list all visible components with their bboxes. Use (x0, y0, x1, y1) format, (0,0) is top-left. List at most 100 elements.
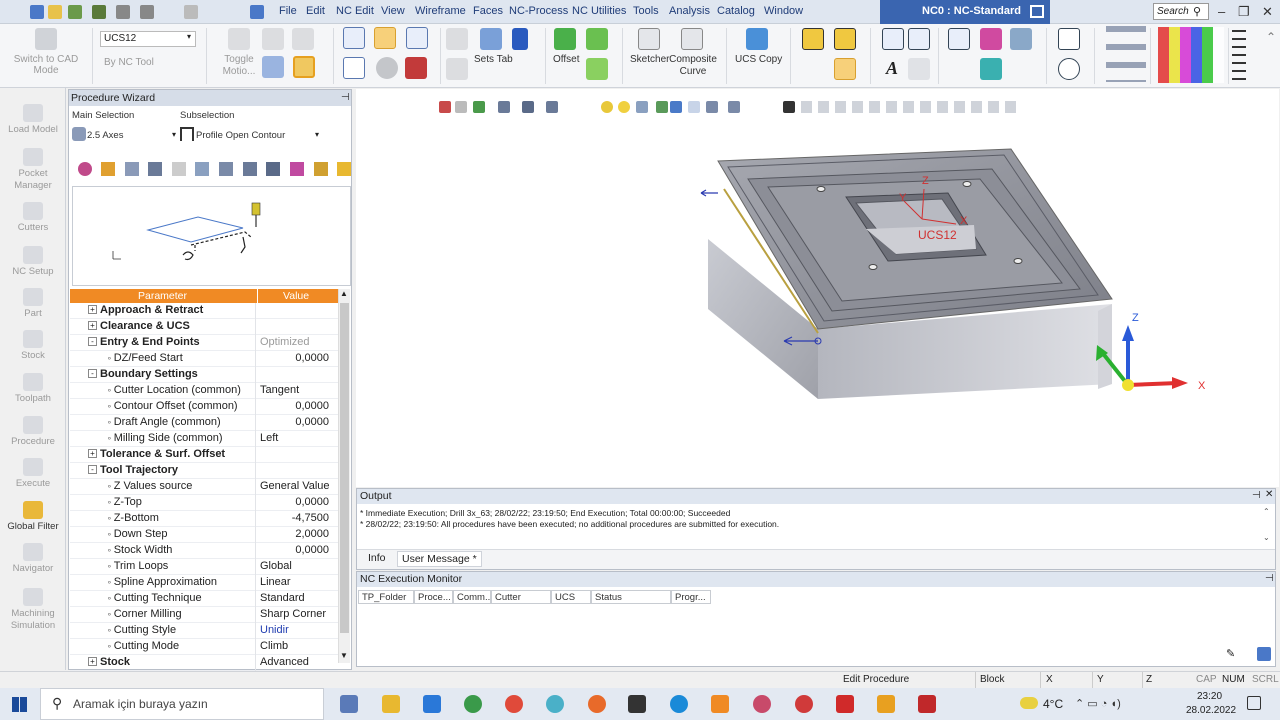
clock-time[interactable]: 23:20 (1197, 691, 1222, 702)
chevron-down-icon[interactable]: ▾ (315, 130, 319, 139)
window-toolbar-icon[interactable] (406, 27, 428, 49)
parameter-value[interactable]: 0,0000 (257, 415, 338, 431)
stock-tool-icon[interactable] (802, 28, 824, 50)
tool-select-icon[interactable] (101, 162, 115, 176)
chevron-down-icon[interactable]: ▾ (172, 130, 176, 139)
collapse-icon[interactable]: - (88, 337, 97, 346)
parameter-row[interactable]: ⚬Trim Loops Global (70, 559, 338, 575)
save-icon[interactable] (30, 5, 44, 19)
notification-icon[interactable] (1247, 696, 1261, 710)
fixture-icon[interactable] (834, 28, 856, 50)
parameter-value[interactable]: Optimized (257, 335, 338, 351)
tray-icons[interactable]: ⌃ ▭ ◔ ◖) (1075, 697, 1121, 710)
close-button[interactable]: ✕ (1262, 4, 1273, 20)
app-icon[interactable] (753, 695, 771, 713)
reset-icon[interactable] (78, 162, 92, 176)
parameter-row[interactable]: ⚬Draft Angle (common) 0,0000 (70, 415, 338, 431)
redo-icon[interactable] (184, 5, 198, 19)
toolpath-button[interactable]: Toolpath (0, 373, 66, 404)
sets-icon[interactable] (512, 28, 528, 50)
close-icon[interactable]: ✕ (1265, 489, 1273, 500)
by-nc-tool-label[interactable]: By NC Tool (104, 57, 154, 68)
parameter-row[interactable]: ⚬Cutting Technique Standard (70, 591, 338, 607)
parameter-value[interactable] (257, 447, 338, 463)
parameter-value[interactable] (257, 463, 338, 479)
parameter-group-row[interactable]: + Tolerance & Surf. Offset (70, 447, 338, 463)
mail-icon[interactable] (423, 695, 441, 713)
parameter-group-row[interactable]: + Stock Advanced (70, 655, 338, 671)
template-icon[interactable] (290, 162, 304, 176)
column-procedure[interactable]: Proce... (414, 590, 453, 604)
windows-start-icon[interactable] (12, 697, 27, 712)
execute-proc-icon[interactable] (337, 162, 351, 176)
parameter-value[interactable] (257, 303, 338, 319)
parameter-value[interactable]: 0,0000 (257, 495, 338, 511)
vlc-icon[interactable] (711, 695, 729, 713)
menu-edit[interactable]: Edit (306, 5, 325, 17)
new-icon[interactable] (68, 5, 82, 19)
switch-cad-label[interactable]: Switch to CAD Mode (10, 54, 82, 76)
grid-icon[interactable] (343, 27, 365, 49)
ucs-select[interactable]: UCS12 (100, 31, 196, 47)
menu-window[interactable]: Window (764, 5, 803, 17)
parameter-value[interactable]: Sharp Corner (257, 607, 338, 623)
parameter-row[interactable]: ⚬Milling Side (common) Left (70, 431, 338, 447)
settings-icon[interactable]: ✎ (1226, 647, 1240, 661)
menu-file[interactable]: File (279, 5, 297, 17)
cimatron-icon[interactable] (877, 695, 895, 713)
parameter-row[interactable]: ⚬Contour Offset (common) 0,0000 (70, 399, 338, 415)
export-icon[interactable] (1257, 647, 1271, 661)
move-icon[interactable] (243, 162, 257, 176)
clip-icon[interactable] (148, 162, 162, 176)
column-cutter[interactable]: Cutter (491, 590, 551, 604)
parameter-row[interactable]: ⚬Z-Top 0,0000 (70, 495, 338, 511)
render-icon[interactable] (980, 58, 1002, 80)
composite-curve-label[interactable]: Composite Curve (668, 54, 718, 78)
scroll-up-icon[interactable]: ⌃ (1263, 507, 1270, 516)
table-scrollbar[interactable]: ▲ ▼ (338, 289, 350, 663)
offset-icon[interactable] (554, 28, 576, 50)
parameter-row[interactable]: ⚬Z-Bottom -4,7500 (70, 511, 338, 527)
sets-tab-icon[interactable] (480, 28, 502, 50)
undo-icon[interactable] (140, 5, 154, 19)
scroll-thumb[interactable] (340, 303, 349, 633)
parameter-value[interactable]: Tangent (257, 383, 338, 399)
parameter-group-row[interactable]: + Clearance & UCS (70, 319, 338, 335)
note-icon[interactable] (908, 58, 930, 80)
parameter-value[interactable]: -4,7500 (257, 511, 338, 527)
execute-button[interactable]: Execute (0, 458, 66, 489)
search-icon[interactable]: ⚲ (1193, 5, 1201, 18)
ribbon-expand-icon[interactable]: ⌃ (1266, 30, 1276, 44)
main-selection-value[interactable]: 2.5 Axes (87, 130, 123, 141)
recorder-icon[interactable] (836, 695, 854, 713)
menu-faces[interactable]: Faces (473, 5, 503, 17)
color-icon[interactable] (980, 28, 1002, 50)
machining-simulation-button[interactable]: Machining Simulation (0, 588, 66, 632)
dimension2-icon[interactable] (908, 28, 930, 50)
parameter-row[interactable]: ⚬Down Step 2,0000 (70, 527, 338, 543)
views-icon[interactable] (1106, 26, 1146, 82)
surface2-icon[interactable] (586, 58, 608, 80)
taskbar-search[interactable]: Aramak için buraya yazın (40, 688, 324, 720)
sketcher-label[interactable]: Sketcher (630, 54, 669, 65)
part-button[interactable]: Part (0, 288, 66, 319)
parameter-value[interactable]: 2,0000 (257, 527, 338, 543)
expand-icon[interactable]: + (88, 657, 97, 666)
open-icon[interactable] (48, 5, 62, 19)
stock-button[interactable]: Stock (0, 330, 66, 361)
column-comment[interactable]: Comm... (453, 590, 493, 604)
ucs-copy-icon[interactable] (746, 28, 768, 50)
text-icon[interactable]: A (886, 58, 898, 79)
expand-icon[interactable]: + (88, 305, 97, 314)
ucs-copy-label[interactable]: UCS Copy (735, 54, 782, 65)
parameter-group-row[interactable]: - Boundary Settings (70, 367, 338, 383)
parameter-row[interactable]: ⚬Cutting Style Unidir (70, 623, 338, 639)
window-icon[interactable] (250, 5, 264, 19)
cutters-button[interactable]: Cutters (0, 202, 66, 233)
graphics-viewport[interactable]: UCS12 Z Y X Z X (356, 89, 1279, 487)
surface-icon[interactable] (586, 28, 608, 50)
arrow-icon[interactable] (1010, 28, 1032, 50)
menu-wireframe[interactable]: Wireframe (415, 5, 466, 17)
switch-cad-icon[interactable] (35, 28, 57, 50)
parameter-value[interactable]: Standard (257, 591, 338, 607)
